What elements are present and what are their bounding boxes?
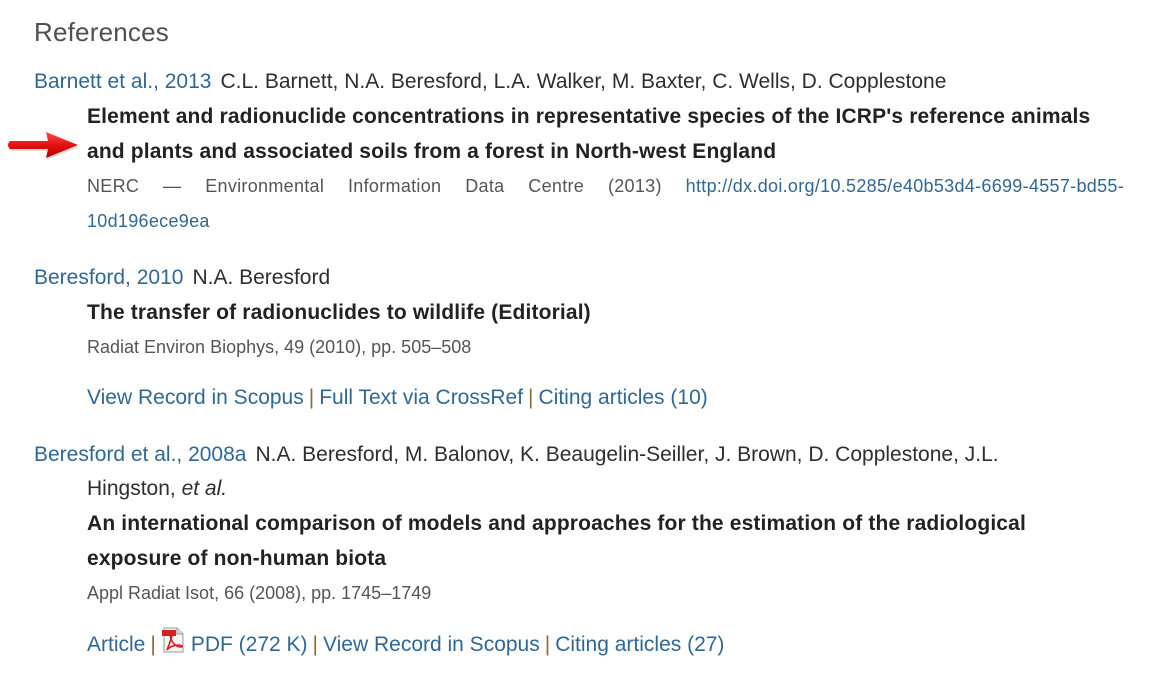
pdf-link[interactable]: PDF (272 K) [161,627,308,656]
reference-source: Radiat Environ Biophys, 49 (2010), pp. 5… [87,337,472,357]
cite-link[interactable]: Beresford et al., 2008a [34,443,246,466]
separator: | [308,386,315,409]
separator: | [312,633,318,656]
reference-title: The transfer of radionuclides to wildlif… [87,301,591,324]
separator: | [544,633,551,656]
reference-item: Barnett et al., 2013 C.L. Barnett, N.A. B… [34,65,1124,239]
reference-source: NERC — Environmental Information Data Ce… [87,169,1124,239]
pdf-link-label: PDF (272 K) [190,633,308,656]
reference-title: Element and radionuclide concentrations … [87,105,1091,163]
source-text: NERC — Environmental Information Data Ce… [87,176,662,196]
separator: | [150,633,156,656]
authors: N.A. Beresford, M. Balonov, K. Beaugelin… [255,443,999,466]
article-link[interactable]: Article [87,633,145,656]
reference-links: View Record in Scopus | Full Text via Cros… [87,381,1124,415]
citing-articles-link[interactable]: Citing articles (10) [539,386,708,409]
cite-link[interactable]: Beresford, 2010 [34,266,183,289]
authors: C.L. Barnett, N.A. Beresford, L.A. Walke… [220,70,947,93]
reference-item: Beresford et al., 2008a N.A. Beresford, M… [34,438,1124,662]
reference-source: Appl Radiat Isot, 66 (2008), pp. 1745–17… [87,583,432,603]
reference-title: An international comparison of models an… [87,512,1026,570]
references-heading: References [34,17,169,47]
separator: | [528,386,534,409]
crossref-link[interactable]: Full Text via CrossRef [319,386,523,409]
scopus-link[interactable]: View Record in Scopus [323,633,540,656]
authors: N.A. Beresford [192,266,331,289]
scopus-link[interactable]: View Record in Scopus [87,386,304,409]
et-al: et al. [181,477,228,500]
authors-continued: Hingston, et al. [87,472,1124,506]
reference-links: Article | PDF (272 K) | View Record in Scop… [87,627,1124,662]
reference-item: Beresford, 2010 N.A. Beresford The transf… [34,261,1124,415]
citing-articles-link[interactable]: Citing articles (27) [555,633,724,656]
cite-link[interactable]: Barnett et al., 2013 [34,70,211,93]
authors-cont-text: Hingston, [87,477,176,500]
pdf-icon [161,627,184,653]
